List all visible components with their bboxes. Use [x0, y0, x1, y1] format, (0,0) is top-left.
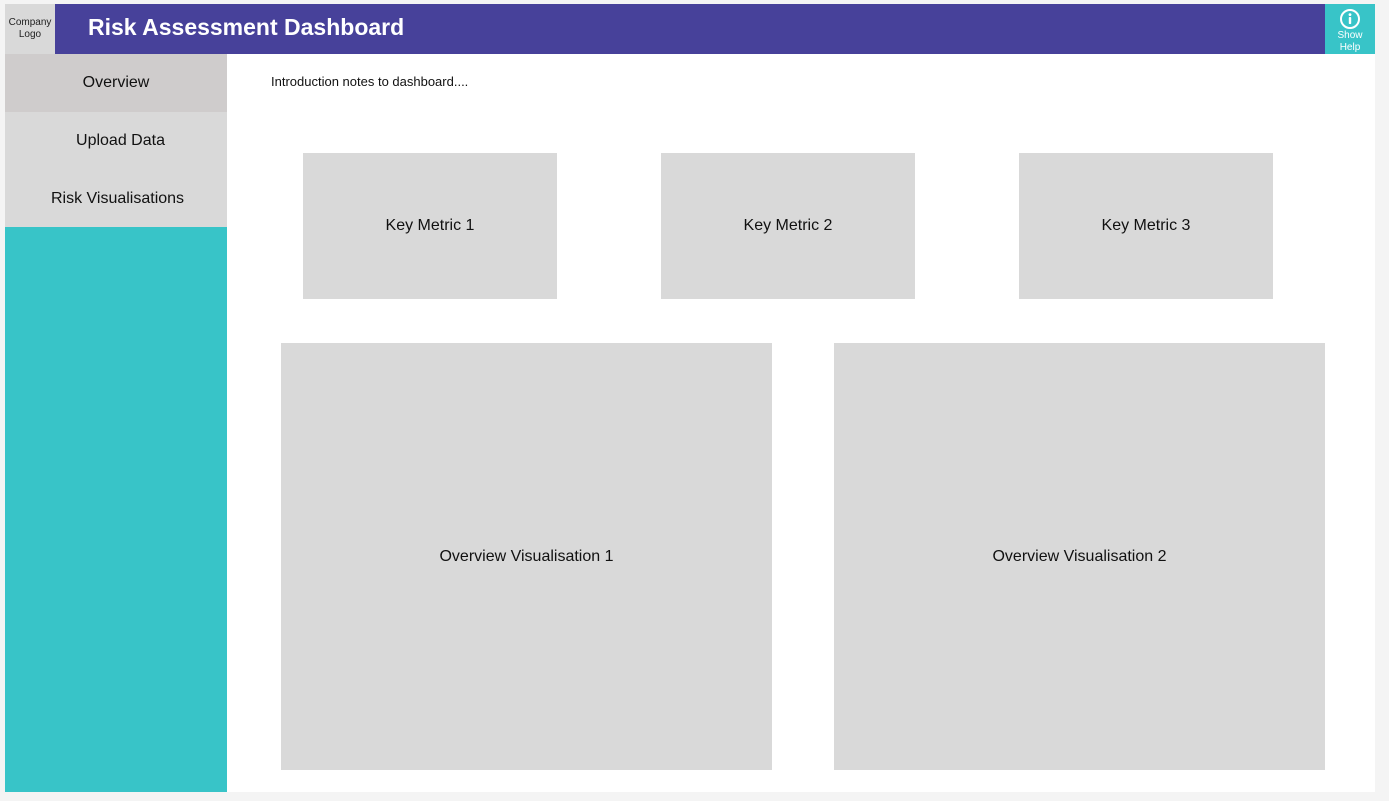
show-help-button[interactable]: Show Help	[1325, 4, 1375, 54]
sidebar-item-label: Overview	[82, 74, 150, 91]
intro-notes: Introduction notes to dashboard....	[271, 74, 469, 89]
show-help-label: Show Help	[1337, 30, 1363, 53]
overview-visualisation-2: Overview Visualisation 2	[834, 343, 1325, 770]
visualisation-label: Overview Visualisation 2	[992, 547, 1167, 565]
sidebar-item-risk-visualisations[interactable]: Risk Visualisations	[5, 170, 227, 227]
sidebar-item-overview[interactable]: Overview	[5, 54, 227, 112]
key-metric-card-1: Key Metric 1	[303, 153, 557, 299]
visualisation-label: Overview Visualisation 1	[439, 547, 614, 565]
key-metric-card-2: Key Metric 2	[661, 153, 915, 299]
info-icon	[1340, 9, 1360, 29]
company-logo: Company Logo	[5, 4, 55, 54]
overview-visualisation-1: Overview Visualisation 1	[281, 343, 772, 770]
key-metric-label: Key Metric 3	[1101, 217, 1191, 234]
sidebar-item-label: Upload Data	[76, 132, 165, 149]
key-metric-card-3: Key Metric 3	[1019, 153, 1273, 299]
key-metric-label: Key Metric 2	[743, 217, 833, 234]
sidebar-item-label: Risk Visualisations	[50, 189, 185, 207]
key-metric-label: Key Metric 1	[385, 217, 475, 234]
page-title: Risk Assessment Dashboard	[88, 14, 405, 40]
sidebar-item-upload-data[interactable]: Upload Data	[5, 112, 227, 170]
